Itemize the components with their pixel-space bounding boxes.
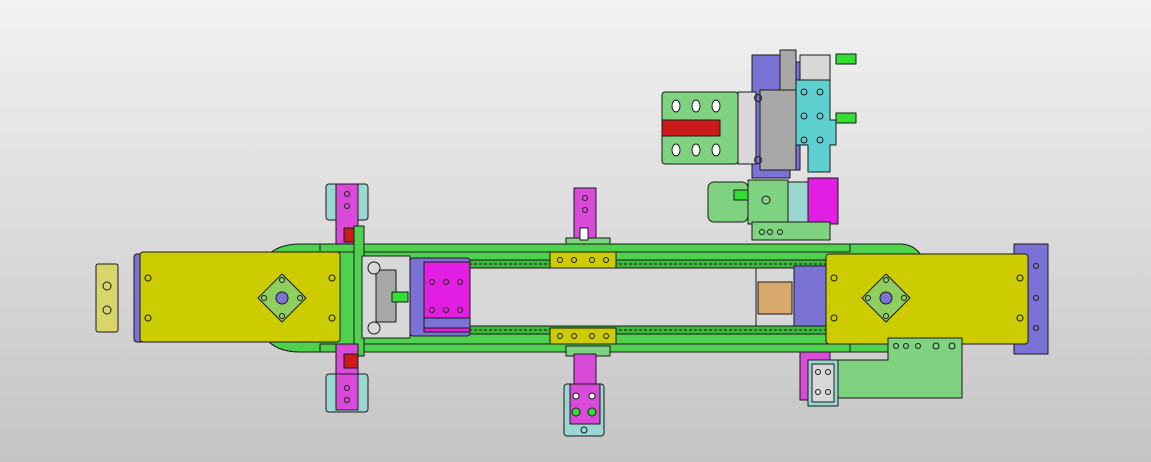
air-fitting-low: [733, 189, 749, 201]
lower-cylinder-cap: [787, 181, 809, 223]
lower-cylinder: [707, 181, 749, 223]
cad-viewport[interactable]: [0, 0, 1151, 462]
end-cap-plate[interactable]: [95, 263, 119, 333]
air-fitting-top: [835, 53, 857, 65]
left-end-plate[interactable]: [133, 251, 341, 343]
conveyor-assembly-drawing: [0, 0, 1151, 462]
idler-block[interactable]: [755, 265, 829, 327]
lower-cylinder-mount: [747, 179, 789, 225]
gripper-rail: [779, 49, 797, 91]
support-bracket-right-bottom[interactable]: [799, 351, 839, 407]
motor-bracket-spacer: [737, 91, 757, 165]
lower-clamp: [807, 177, 839, 225]
air-fitting-mid: [835, 112, 857, 124]
belt-tensioner[interactable]: [361, 255, 411, 339]
motor-bracket-red-band: [661, 119, 721, 137]
lower-base-plate: [751, 221, 831, 241]
gripper-guide: [759, 89, 797, 171]
rail-clamp-bottom: [549, 327, 617, 345]
gripper-slide: [799, 54, 831, 82]
rail-clamp-top: [549, 251, 617, 269]
carriage-block[interactable]: [409, 257, 471, 337]
